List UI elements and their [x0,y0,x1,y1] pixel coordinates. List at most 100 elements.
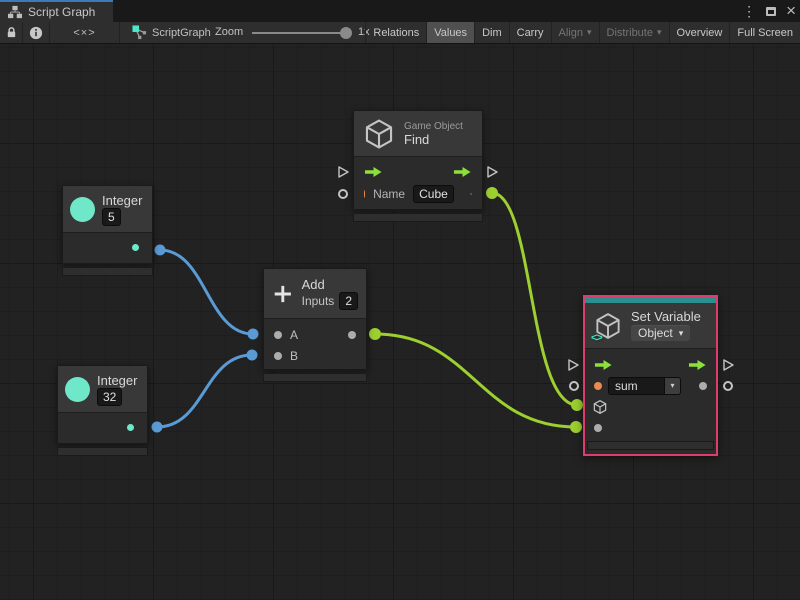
setvariable-value-out-marker[interactable] [723,381,733,391]
inspect-button[interactable] [23,22,50,43]
integer5-output-port[interactable] [132,244,139,251]
wire-integer5-to-add-a[interactable] [160,250,253,334]
find-name-row: Name Cube [354,183,482,205]
setvariable-value-input-port[interactable] [594,424,602,432]
tab-bar: Script Graph ⋮ × [0,0,800,22]
add-body: A B [264,319,366,369]
chevron-down-icon: ▾ [657,28,662,37]
edit-source-button[interactable]: <×> [50,22,120,43]
integer5-header: Integer 5 [63,186,152,233]
carry-button[interactable]: Carry [509,22,551,43]
setvariable-control-row [585,354,716,375]
setvariable-header: <> Set Variable Object ▾ [585,303,716,349]
find-flow-in-marker[interactable] [337,165,350,179]
integer-value-field[interactable]: 5 [102,208,121,226]
node-integer-5[interactable]: Integer 5 [62,185,153,264]
integer32-output-port[interactable] [127,424,134,431]
find-name-field[interactable]: Cube [413,185,454,203]
variable-scope-dropdown[interactable]: Object ▾ [631,325,690,341]
inputs-count-field[interactable]: 2 [339,292,358,310]
node-footer [587,441,714,450]
node-add[interactable]: Add Inputs 2 A B [263,268,367,370]
info-icon [29,26,43,40]
lock-button[interactable] [0,22,23,43]
flow-input-arrow-icon[interactable] [594,359,613,371]
fullscreen-button[interactable]: Full Screen [729,22,800,43]
toolbar-left-group: <×> [0,22,120,43]
flow-input-arrow-icon[interactable] [364,166,383,178]
integer-type-icon [65,377,90,402]
integer5-body [63,233,152,263]
chevron-down-icon: ▾ [679,329,684,338]
integer32-body [58,413,147,443]
integer-value-field[interactable]: 32 [97,388,122,406]
find-header: Game Object Find [354,111,482,157]
breadcrumb[interactable]: ScriptGraph [132,22,211,43]
node-title: Find [404,132,463,147]
overview-button[interactable]: Overview [669,22,730,43]
align-button[interactable]: Align ▾ [551,22,599,43]
values-button[interactable]: Values [426,22,474,43]
setvariable-value-row [585,417,716,438]
port-b-label: B [290,349,298,363]
script-graph-window: Script Graph ⋮ × [0,0,800,600]
dim-button[interactable]: Dim [474,22,509,43]
add-sum-output-port[interactable] [348,331,356,339]
flow-output-arrow-icon[interactable] [688,359,707,371]
wire-find-to-setvariable-object[interactable] [492,193,577,405]
node-footer [57,447,148,456]
zoom-slider-track[interactable] [252,32,347,34]
variable-name-input-port[interactable] [594,382,602,390]
node-footer [353,213,483,222]
green-wire-endpoints [369,187,583,433]
setvariable-name-row: sum ▾ [585,375,716,396]
lock-icon [5,26,18,39]
setvariable-flow-out-marker[interactable] [722,358,735,372]
plus-icon [272,279,294,309]
wire-add-to-setvariable-value[interactable] [375,334,576,427]
find-body: Name Cube [354,157,482,209]
node-integer-32[interactable]: Integer 32 [57,365,148,444]
distribute-button[interactable]: Distribute ▾ [599,22,669,43]
tab-script-graph[interactable]: Script Graph [0,0,113,22]
find-name-in-marker[interactable] [338,189,348,199]
add-input-b-port[interactable] [274,352,282,360]
object-input-port-icon[interactable] [592,399,608,415]
cube-icon [362,117,396,151]
chevron-down-icon: ▾ [587,28,592,37]
variable-name-select[interactable]: sum ▾ [608,377,681,395]
add-port-row-b: B [264,345,366,366]
setvariable-value-output-port[interactable] [699,382,707,390]
gameobject-output-port-icon[interactable] [470,186,472,202]
node-set-variable[interactable]: <> Set Variable Object ▾ [583,295,718,456]
graph-toolbar: <×> ScriptGraph Zoom 1x Relations Values… [0,22,800,44]
zoom-label: Zoom [215,26,243,38]
maximize-icon[interactable] [766,7,776,16]
integer-type-icon [70,197,95,222]
node-title: Add [302,277,358,292]
zoom-slider-handle[interactable] [340,27,352,39]
close-icon[interactable]: × [786,0,796,22]
flow-output-arrow-icon[interactable] [453,166,472,178]
node-title: Set Variable [631,309,701,324]
setvariable-flow-in-marker[interactable] [567,358,580,372]
setvariable-object-row [585,396,716,417]
find-flow-out-marker[interactable] [486,165,499,179]
blue-wire-endpoints [152,245,259,433]
add-input-a-port[interactable] [274,331,282,339]
node-footer [62,267,153,276]
node-gameobject-find[interactable]: Game Object Find Name Cube [353,110,483,210]
code-brackets-icon: <> [591,332,602,344]
find-control-row [354,161,482,183]
kebab-menu-icon[interactable]: ⋮ [742,0,756,22]
toolbar-right-group: Relations Values Dim Carry Align ▾ Distr… [365,22,800,43]
find-name-input-port[interactable] [364,190,365,198]
setvariable-name-in-marker[interactable] [569,381,579,391]
graph-canvas[interactable]: Integer 5 Integer 32 [0,44,800,600]
relations-button[interactable]: Relations [365,22,426,43]
integer32-header: Integer 32 [58,366,147,413]
node-title: Integer [97,373,137,388]
breadcrumb-label: ScriptGraph [152,27,211,39]
setvariable-body: sum ▾ [585,349,716,438]
wire-integer32-to-add-b[interactable] [157,355,252,427]
